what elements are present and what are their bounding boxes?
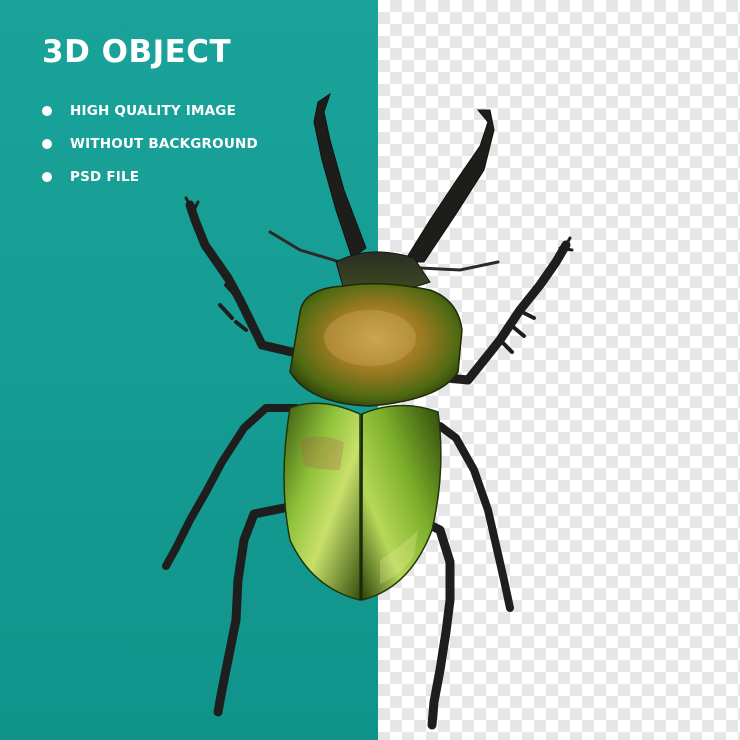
stag-beetle-icon <box>162 92 574 730</box>
beetle-shell-left <box>283 402 361 601</box>
beetle-shell-right <box>361 404 442 601</box>
beetle-mandibles <box>313 92 495 263</box>
